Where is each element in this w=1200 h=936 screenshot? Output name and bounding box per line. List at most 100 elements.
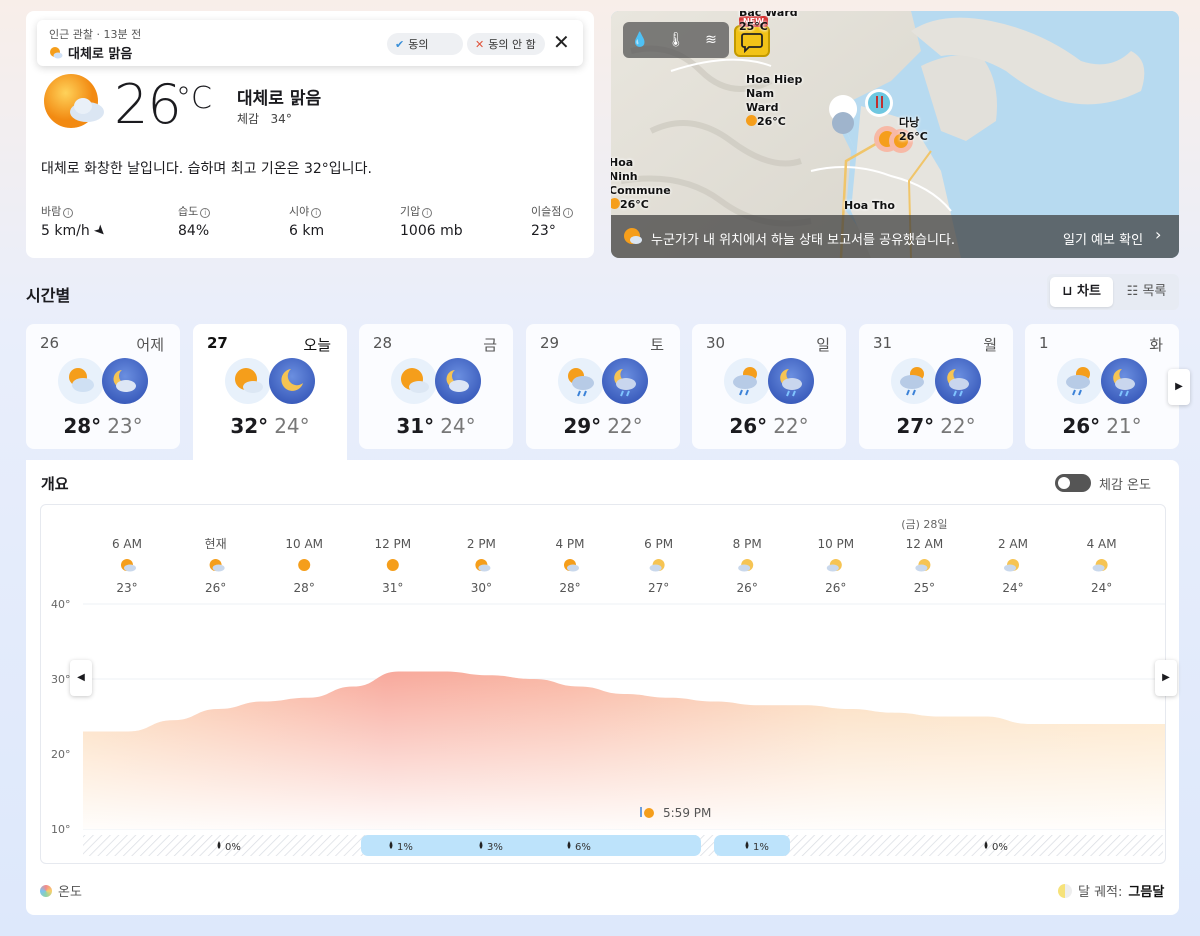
list-view-label: 목록 (1142, 284, 1167, 299)
hour-label: 12 AM (906, 537, 944, 551)
hour-temp: 24° (1091, 581, 1112, 595)
feels-like-toggle[interactable] (1055, 474, 1091, 492)
hour-label: 6 AM (112, 537, 142, 551)
stat-dew-point: 이슬점 i 23° (531, 203, 574, 239)
night-shower-icon (768, 358, 814, 404)
precipitation-layer-icon[interactable]: 💧 (630, 30, 650, 50)
info-icon[interactable]: i (311, 208, 322, 218)
day-icons (1057, 358, 1149, 404)
day-date: 30 (706, 334, 726, 352)
day-date: 31 (873, 334, 893, 352)
hour-label: 4 PM (555, 537, 584, 551)
stat-label: 습도 (178, 205, 199, 218)
chart-view-label: 차트 (1076, 284, 1101, 299)
cloud-icon (567, 564, 579, 572)
day-name: 어제 (136, 336, 164, 354)
map-place-temp: 25°C (739, 20, 768, 33)
precip-bar (714, 835, 790, 856)
cloud-icon (1092, 564, 1105, 572)
day-high: 32° (230, 414, 269, 438)
temperature-legend-icon (40, 884, 52, 897)
hour-temp: 23° (116, 581, 137, 595)
day-name: 일 (816, 336, 830, 354)
hour-temp: 26° (737, 581, 758, 595)
day-card[interactable]: 29 토 29° 22° (526, 324, 680, 449)
temperature-unit[interactable]: °C (176, 81, 212, 116)
temperature-marker-icon[interactable] (865, 89, 893, 117)
info-icon[interactable]: i (563, 208, 574, 218)
day-name: 월 (983, 336, 997, 354)
day-temps: 29° 22° (526, 414, 680, 438)
day-name: 토 (650, 336, 664, 354)
disagree-button[interactable]: ✕ 동의 안 함 (467, 33, 545, 55)
day-temps: 26° 22° (692, 414, 846, 438)
map-place-name: Hoa Ninh Commune (611, 156, 671, 197)
chart-view-button[interactable]: ⊔ 차트 (1050, 277, 1113, 307)
day-card[interactable]: 27 오늘 32° 24° (193, 324, 347, 461)
map-place-name: Hoa Tho (844, 199, 895, 212)
info-icon[interactable]: i (63, 208, 74, 218)
day-low: 23° (107, 414, 143, 438)
chevron-left-icon[interactable]: ◀ (70, 660, 92, 696)
day-low: 24° (274, 414, 310, 438)
y-tick-label: 40° (51, 598, 71, 611)
map-label[interactable]: Bac Ward 25°C (739, 11, 798, 34)
chevron-right-icon[interactable]: ▶ (1168, 369, 1190, 405)
hour-temp: 30° (471, 581, 492, 595)
agree-button[interactable]: ✔ 동의 (387, 33, 463, 55)
cloud-icon (649, 564, 662, 572)
day-card[interactable]: 31 월 27° 22° (859, 324, 1013, 449)
hour-label: 10 PM (817, 537, 854, 551)
hour-label: 8 PM (733, 537, 762, 551)
hour-label: 6 PM (644, 537, 673, 551)
cloud-icon (124, 564, 136, 572)
wind-layer-icon[interactable]: ≋ (701, 30, 721, 50)
stat-value: 23° (531, 223, 556, 239)
hourly-chart: 40° 30° 20° 10° 6 AM 23° 현재 26° 10 AM 28° 12 PM 31°… (40, 504, 1166, 864)
day-card[interactable]: 1 화 26° 21° (1025, 324, 1179, 449)
day-high: 28° (63, 414, 102, 438)
current-conditions-card: 인근 관찰 · 13분 전 대체로 맑음 ✔ 동의 ✕ 동의 안 함 ✕ 26 … (26, 11, 594, 258)
day-high: 29° (563, 414, 602, 438)
day-card[interactable]: 26 어제 28° 23° (26, 324, 180, 449)
cloud-icon (738, 564, 751, 572)
day-card[interactable]: 28 금 31° 24° (359, 324, 513, 449)
map-label[interactable]: 다낭 26°C (899, 116, 928, 144)
overview-title: 개요 (41, 475, 69, 493)
cloud-icon (212, 564, 225, 572)
temperature-layer-icon[interactable]: 🌡 (666, 30, 686, 50)
hour-label: 2 AM (998, 537, 1028, 551)
close-icon[interactable]: ✕ (553, 31, 570, 53)
day-icons (891, 358, 983, 404)
wind-direction-icon: ➤ (90, 221, 110, 241)
forecast-link[interactable]: 일기 예보 확인 (1063, 229, 1143, 248)
chevron-right-icon[interactable]: ▶ (1155, 660, 1177, 696)
y-tick-label: 20° (51, 748, 71, 761)
stat-label: 이슬점 (531, 205, 562, 218)
feels-like: 체감 34° (237, 110, 292, 127)
day-card[interactable]: 30 일 26° 22° (692, 324, 846, 449)
map-place-name: Hoa Hiep Nam Ward (746, 73, 803, 114)
info-icon[interactable]: i (422, 208, 433, 218)
map-label[interactable]: Hoa Hiep Nam Ward 26°C (746, 73, 804, 129)
day-temps: 26° 21° (1025, 414, 1179, 438)
info-icon[interactable]: i (200, 208, 211, 218)
map-report-banner[interactable]: 누군가가 내 위치에서 하늘 상태 보고서를 공유했습니다. 일기 예보 확인 … (611, 215, 1179, 258)
x-icon: ✕ (475, 37, 485, 51)
precip-value: 1% (397, 842, 413, 853)
hour-temp: 26° (825, 581, 846, 595)
rain-icon (1057, 358, 1103, 404)
day-date: 1 (1039, 334, 1049, 352)
current-temperature: 26 (114, 73, 182, 136)
map-place-name: Bac Ward (739, 11, 798, 19)
map-label[interactable]: Hoa Tho (844, 199, 895, 213)
list-view-button[interactable]: ☷ 목록 (1117, 277, 1176, 307)
stat-value: 6 km (289, 223, 325, 239)
weather-map[interactable]: 💧 🌡 ≋ NEW Bac Ward 25°C Hoa Hiep Nam Ward… (611, 11, 1179, 258)
partly-cloudy-day-icon (58, 358, 104, 404)
map-label[interactable]: Hoa Ninh Commune 26°C (611, 156, 671, 212)
rain-icon (724, 358, 770, 404)
cloud-icon (826, 564, 839, 572)
y-tick-label: 10° (51, 823, 71, 836)
day-date: 27 (207, 334, 228, 352)
